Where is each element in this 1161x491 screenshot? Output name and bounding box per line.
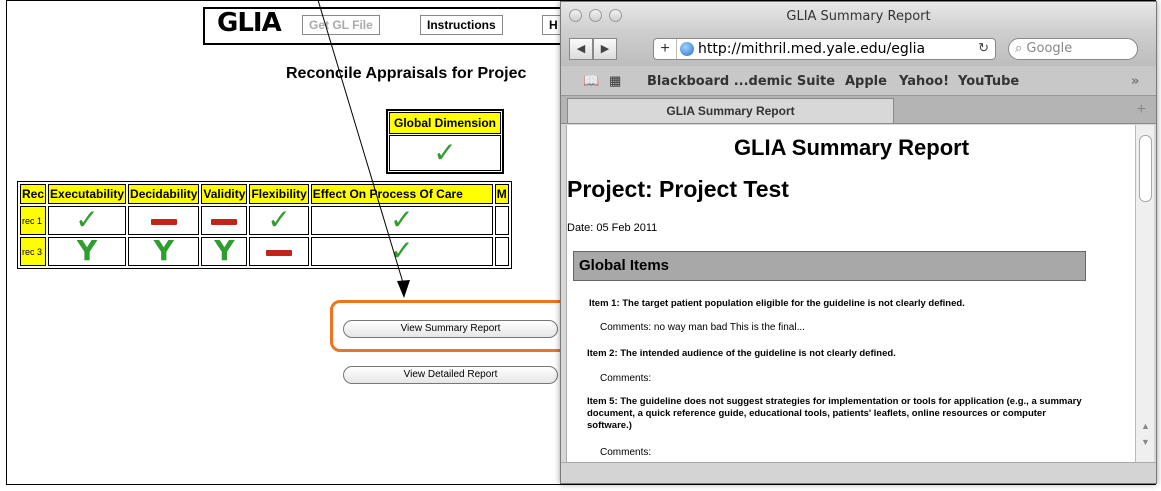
arrow-line [317, 0, 405, 287]
annotation-arrow [317, 0, 410, 298]
arrow-head-icon [397, 280, 410, 298]
